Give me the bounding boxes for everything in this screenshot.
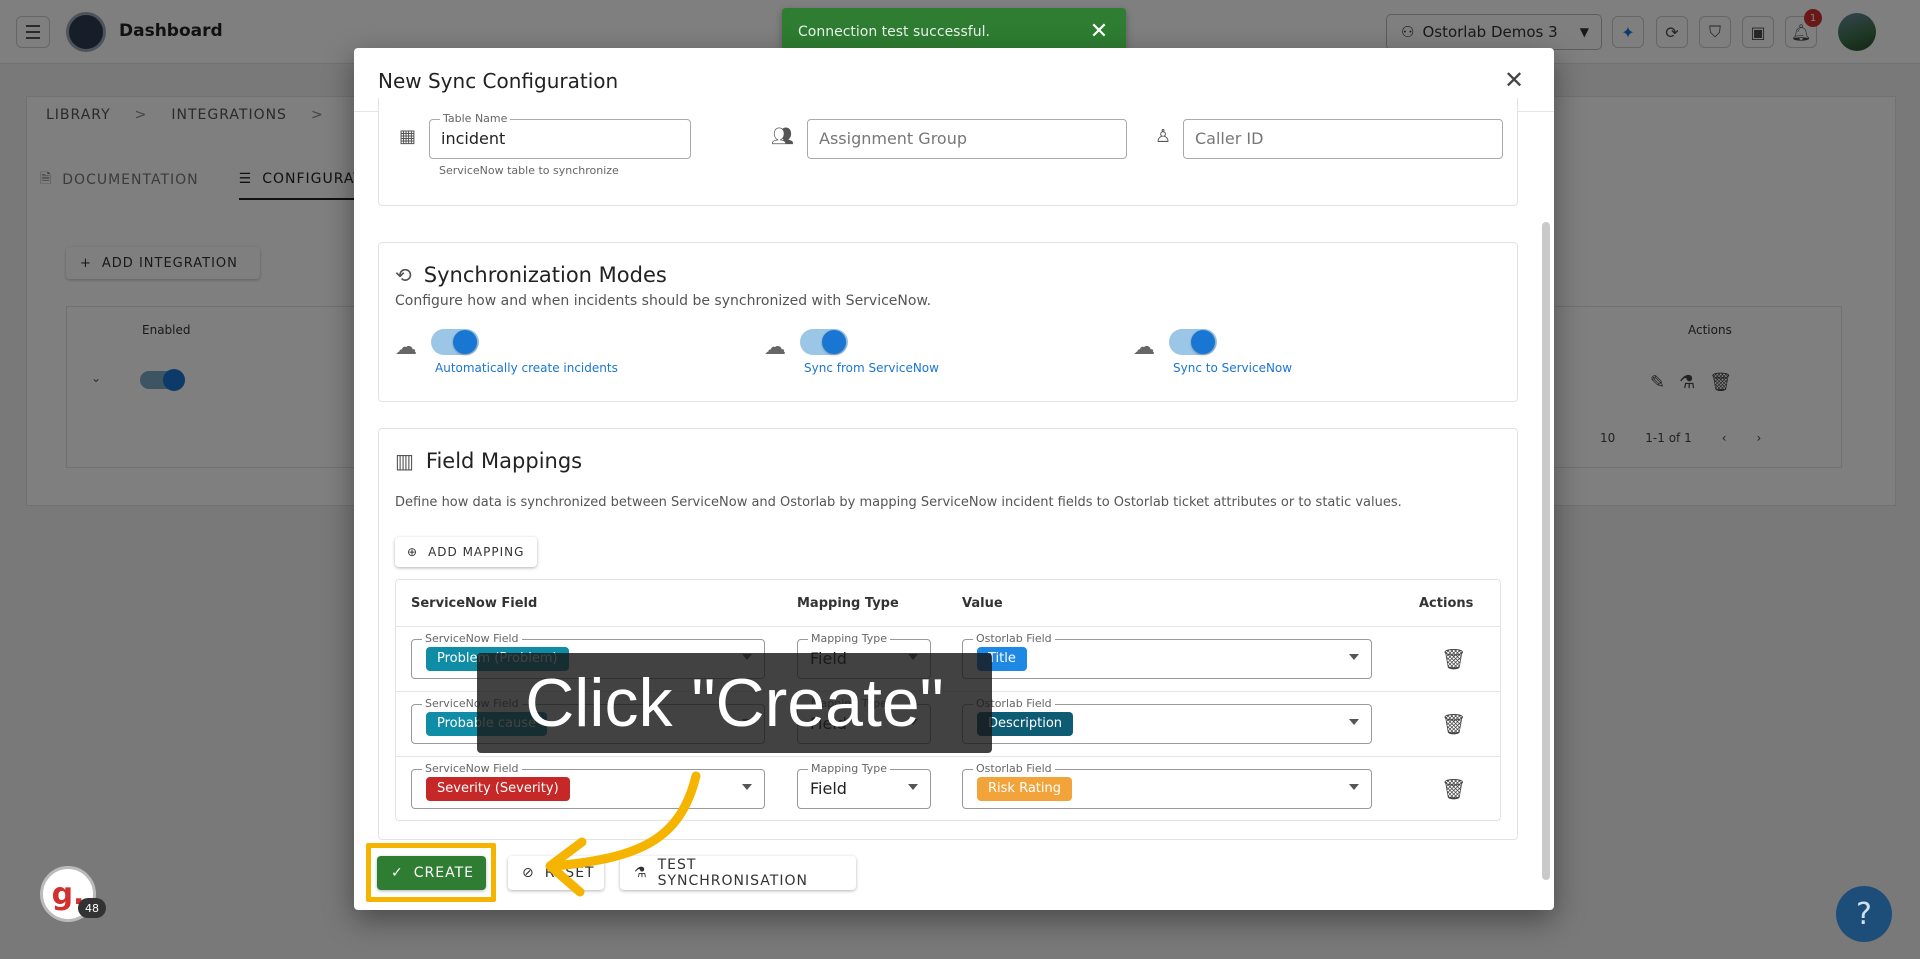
cloud-sync-icon: ☁	[395, 335, 417, 360]
field-label: Mapping Type	[808, 762, 890, 776]
chevron-down-icon	[1349, 654, 1359, 660]
sync-modes-description: Configure how and when incidents should …	[395, 293, 932, 309]
sync-icon: ⟲	[395, 263, 412, 287]
toast-message: Connection test successful.	[798, 24, 990, 40]
add-icon: ⊕	[407, 545, 419, 559]
mapping-type-select[interactable]: Mapping Type Field	[797, 762, 931, 809]
chevron-down-icon	[1349, 784, 1359, 790]
sync-to-toggle[interactable]	[1169, 329, 1217, 355]
close-icon[interactable]: ✕	[1498, 64, 1530, 96]
field-placeholder: Caller ID	[1195, 129, 1264, 148]
trash-icon[interactable]: 🗑︎	[1441, 647, 1466, 671]
guide-step-count: 48	[78, 898, 106, 918]
map-icon: ▥	[395, 449, 414, 473]
table-name-helper: ServiceNow table to synchronize	[439, 164, 619, 177]
sync-modes-section: ⟲ Synchronization Modes Configure how an…	[378, 242, 1518, 402]
field-label: Table Name	[440, 112, 511, 126]
cloud-upload-icon: ☁	[1133, 335, 1155, 360]
field-label: Ostorlab Field	[973, 762, 1055, 776]
ostorlab-field-select[interactable]: Ostorlab Field Title	[962, 632, 1372, 679]
trash-icon[interactable]: 🗑︎	[1441, 712, 1466, 736]
field-label: Mapping Type	[808, 632, 890, 646]
field-value: incident	[441, 129, 506, 148]
servicenow-settings-section: ▦ Table Name incident ServiceNow table t…	[378, 98, 1518, 206]
chevron-down-icon	[1349, 719, 1359, 725]
ostorlab-field-select[interactable]: Ostorlab Field Risk Rating	[962, 762, 1372, 809]
field-label: Ostorlab Field	[973, 632, 1055, 646]
add-mapping-button[interactable]: ⊕ ADD MAPPING	[395, 537, 537, 567]
field-value: Field	[810, 779, 847, 798]
pointer-arrow-icon	[545, 771, 701, 897]
field-label: ServiceNow Field	[422, 762, 522, 776]
section-title-text: Field Mappings	[425, 449, 583, 473]
toggle-label: Sync to ServiceNow	[1173, 361, 1293, 375]
field-mappings-title: ▥ Field Mappings	[395, 449, 582, 473]
section-title-text: Synchronization Modes	[423, 263, 667, 287]
sync-modes-title: ⟲ Synchronization Modes	[395, 263, 667, 287]
field-label: ServiceNow Field	[422, 632, 522, 646]
toggle-label: Automatically create incidents	[435, 361, 618, 375]
sync-from-toggle[interactable]	[800, 329, 848, 355]
dialog-scrollbar[interactable]	[1542, 222, 1550, 880]
instruction-tooltip: Click "Create"	[477, 653, 992, 753]
value-chip: Risk Rating	[977, 777, 1072, 801]
column-header-actions: Actions	[1419, 596, 1474, 611]
group-icon: 👥︎	[771, 126, 794, 147]
table-name-field[interactable]: Table Name incident	[429, 112, 691, 159]
ostorlab-field-select[interactable]: Ostorlab Field Description	[962, 697, 1372, 744]
column-header-mapping-type: Mapping Type	[797, 596, 899, 611]
chevron-down-icon	[908, 784, 918, 790]
table-icon: ▦	[399, 126, 417, 147]
button-label: ADD MAPPING	[428, 545, 525, 559]
field-mappings-description: Define how data is synchronized between …	[395, 495, 1402, 510]
help-button[interactable]: ?	[1836, 886, 1892, 942]
person-icon: ♙	[1155, 126, 1172, 147]
toggle-label: Sync from ServiceNow	[804, 361, 939, 375]
field-placeholder: Assignment Group	[819, 129, 967, 148]
cloud-download-icon: ☁	[764, 335, 786, 360]
column-header-servicenow-field: ServiceNow Field	[411, 596, 538, 611]
create-button-highlight	[366, 843, 496, 902]
assignment-group-field[interactable]: Assignment Group	[807, 119, 1127, 159]
column-header-value: Value	[962, 596, 1003, 611]
caller-id-field[interactable]: Caller ID	[1183, 119, 1503, 159]
auto-create-toggle[interactable]	[431, 329, 479, 355]
close-icon[interactable]: ✕	[1086, 18, 1112, 44]
trash-icon[interactable]: 🗑︎	[1441, 777, 1466, 801]
dialog-title: New Sync Configuration	[378, 69, 619, 93]
chevron-down-icon	[742, 784, 752, 790]
